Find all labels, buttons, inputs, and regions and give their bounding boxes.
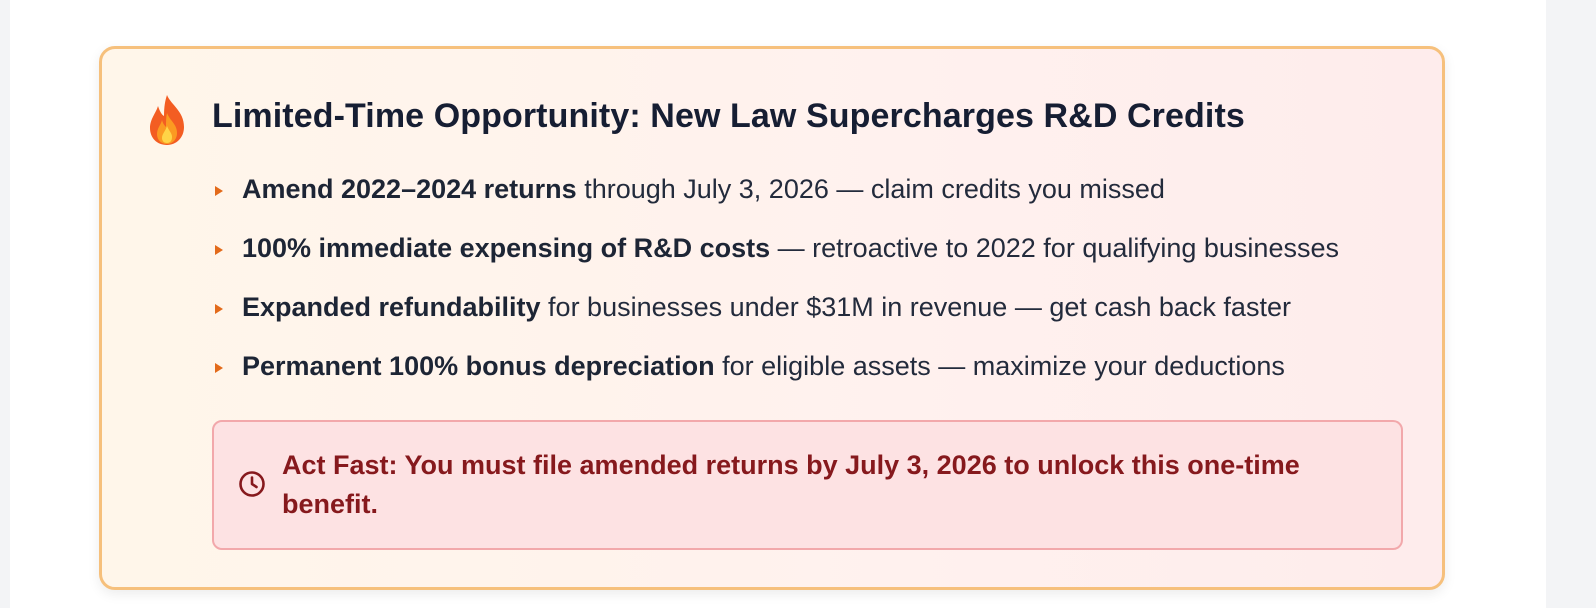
benefit-highlight: Amend 2022–2024 returns <box>242 174 577 204</box>
benefit-item: Expanded refundability for businesses un… <box>212 289 1339 348</box>
promo-title: Limited-Time Opportunity: New Law Superc… <box>212 97 1245 135</box>
benefit-item: 100% immediate expensing of R&D costs — … <box>212 230 1339 289</box>
triangle-bullet-icon <box>215 363 223 373</box>
deadline-alert: Act Fast: You must file amended returns … <box>212 420 1403 550</box>
triangle-bullet-icon <box>215 304 223 314</box>
triangle-bullet-icon <box>215 186 223 196</box>
benefit-item: Amend 2022–2024 returns through July 3, … <box>212 171 1339 230</box>
fire-icon <box>144 93 190 147</box>
triangle-bullet-icon <box>215 245 223 255</box>
benefit-highlight: Expanded refundability <box>242 292 541 322</box>
benefit-description: — retroactive to 2022 for qualifying bus… <box>770 233 1339 263</box>
benefit-description: for businesses under $31M in revenue — g… <box>540 292 1291 322</box>
benefit-highlight: 100% immediate expensing of R&D costs <box>242 233 771 263</box>
benefit-list: Amend 2022–2024 returns through July 3, … <box>212 171 1339 407</box>
deadline-alert-text: Act Fast: You must file amended returns … <box>282 450 1300 519</box>
clock-icon <box>238 470 266 498</box>
benefit-highlight: Permanent 100% bonus depreciation <box>242 351 715 381</box>
page-panel: Limited-Time Opportunity: New Law Superc… <box>10 0 1546 608</box>
benefit-item: Permanent 100% bonus depreciation for el… <box>212 348 1339 407</box>
promo-card: Limited-Time Opportunity: New Law Superc… <box>99 46 1445 590</box>
benefit-description: through July 3, 2026 — claim credits you… <box>576 174 1165 204</box>
benefit-description: for eligible assets — maximize your dedu… <box>714 351 1285 381</box>
